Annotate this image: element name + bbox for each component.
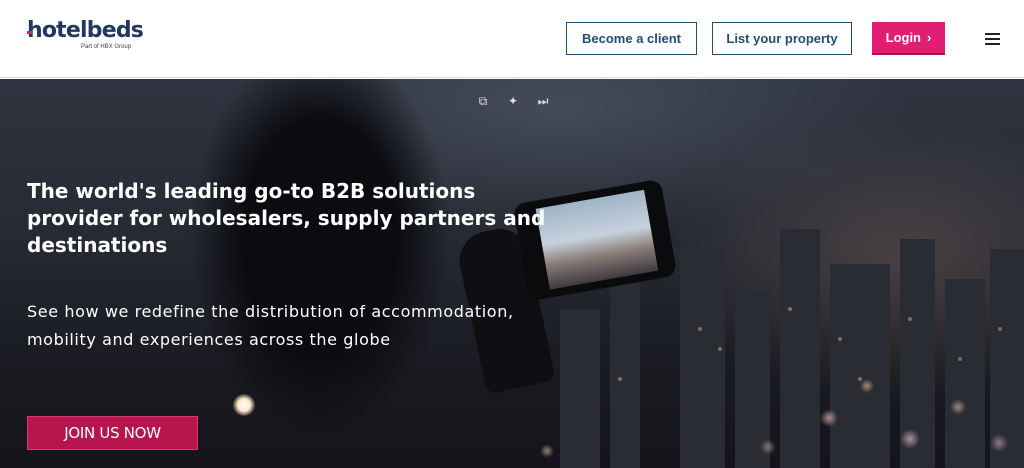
logo-tagline: Part of HBX Group: [81, 44, 132, 50]
bokeh-light: [990, 434, 1008, 452]
become-client-button[interactable]: Become a client: [566, 22, 697, 55]
hero-headline: The world's leading go-to B2B solutions …: [27, 179, 546, 257]
picture-in-picture-icon[interactable]: ⧉: [475, 93, 491, 109]
login-button[interactable]: Login ›: [872, 22, 945, 55]
logo-wordmark: hotelbeds: [27, 18, 144, 43]
list-property-button[interactable]: List your property: [712, 22, 852, 55]
bokeh-light: [760, 439, 776, 455]
site-header: hotelbeds Part of HBX Group Become a cli…: [0, 0, 1024, 78]
hotelbeds-logo[interactable]: hotelbeds Part of HBX Group: [27, 18, 144, 50]
hero-subheadline: See how we redefine the distribution of …: [27, 302, 514, 349]
video-controls: ⧉ ✦ ⏭: [475, 93, 551, 109]
bokeh-light: [820, 409, 838, 427]
bokeh-light: [860, 379, 874, 393]
hero-banner: ⧉ ✦ ⏭ The world's leading go-to B2B solu…: [0, 79, 1024, 468]
hamburger-menu-icon[interactable]: [985, 33, 1000, 45]
sparkle-icon[interactable]: ✦: [505, 93, 521, 109]
bokeh-light: [900, 429, 920, 449]
join-us-now-button[interactable]: JOIN US NOW: [27, 416, 198, 450]
bokeh-light: [950, 399, 966, 415]
person-silhouette: [170, 79, 470, 468]
bokeh-light: [233, 394, 255, 416]
chevron-right-icon: ›: [927, 30, 932, 45]
skip-next-icon[interactable]: ⏭: [535, 93, 551, 109]
login-label: Login: [885, 30, 922, 45]
bokeh-light: [540, 444, 554, 458]
